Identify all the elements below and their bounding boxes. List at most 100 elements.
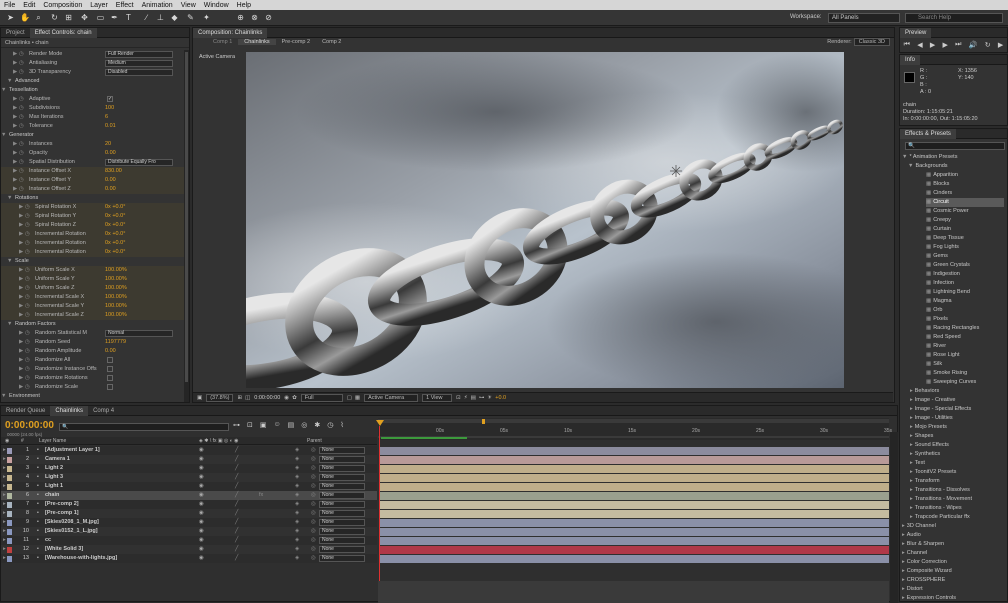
effect-property-row[interactable]: ▶ ◷ Max Iterations 6 [1,113,187,122]
layer-name[interactable]: [Pre-comp 1] [45,509,79,518]
pick-whip-icon[interactable]: ◎ [311,509,316,518]
disclosure-triangle-icon[interactable]: ▼ [7,257,12,266]
layer-label-color[interactable] [7,501,12,508]
effects-tree-item[interactable]: ▦ Pixels [926,315,1004,324]
view-axis-icon[interactable]: ⊘ [264,13,273,22]
3d-layer-icon[interactable]: ◈ [295,464,299,473]
timeline-search-input[interactable]: 🔍 [59,423,229,431]
always-preview-icon[interactable]: ▣ [197,395,202,401]
menu-help[interactable]: Help [233,2,255,9]
ram-preview-icon[interactable]: ▶ [998,41,1003,49]
auto-keyframe-icon[interactable]: ◷ [327,421,333,429]
pick-whip-icon[interactable]: ◎ [311,500,316,509]
timeline-layer-row[interactable]: ▸ 5 ▪ Light 1 ◉ ╱ ◈ ◎ None [1,482,377,491]
effects-tree-item[interactable]: ▦ Green Crystals [926,261,1004,270]
effects-tree-item[interactable]: ▼ * Animation Presets [902,153,1004,162]
effect-property-checkbox[interactable] [107,357,113,363]
effect-property-row[interactable]: ▶ ◷ Randomize Scale [1,383,187,392]
effect-property-value[interactable]: 0.01 [105,122,116,131]
layer-label-color[interactable] [7,555,12,562]
comp-tab-comp1[interactable]: Comp 1 [207,39,238,45]
quality-switch-icon[interactable]: ╱ [235,554,238,563]
stopwatch-icon[interactable]: ◷ [19,113,24,122]
layer-name[interactable]: [Pre-comp 2] [45,500,79,509]
parent-select[interactable]: None [319,510,365,517]
mask-tool-icon[interactable]: ▭ [96,13,105,22]
stopwatch-icon[interactable]: ◷ [19,68,24,77]
disclosure-triangle-icon[interactable]: ▶ [19,221,23,230]
expand-layer-icon[interactable]: ▸ [3,500,6,509]
time-navigator[interactable] [378,419,889,423]
parent-select[interactable]: None [319,528,365,535]
3d-layer-icon[interactable]: ◈ [295,491,299,500]
tab-render-queue[interactable]: Render Queue [1,406,50,416]
stopwatch-icon[interactable]: ◷ [25,365,30,374]
effects-tree-item[interactable]: ▦ Creepy [926,216,1004,225]
quality-switch-icon[interactable]: ╱ [235,527,238,536]
disclosure-triangle-icon[interactable]: ▶ [19,329,23,338]
quality-switch-icon[interactable]: ╱ [235,518,238,527]
effect-controls-scrollbar[interactable] [184,50,189,402]
layer-name[interactable]: Light 3 [45,473,63,482]
parent-select[interactable]: None [319,537,365,544]
effect-property-row[interactable]: ▼ Scale [1,257,187,266]
visibility-icon[interactable]: ◉ [199,500,204,509]
visibility-icon[interactable]: ◉ [199,491,204,500]
layer-duration-bar[interactable] [379,509,889,518]
comp-tab-comp2[interactable]: Comp 2 [316,39,347,45]
audio-icon[interactable]: 🔊 [969,41,978,49]
layer-label-color[interactable] [7,456,12,463]
effect-property-row[interactable]: ▼ Advanced [1,77,187,86]
effect-property-select[interactable]: Normal [105,330,173,337]
channel-icon[interactable]: ✿ [292,395,297,401]
layer-label-color[interactable] [7,510,12,517]
effects-tree-item[interactable]: ▦ Gems [926,252,1004,261]
camera-tool-icon[interactable]: ⊞ [64,13,73,22]
stopwatch-icon[interactable]: ◷ [25,311,30,320]
disclosure-triangle-icon[interactable]: ▶ [13,59,17,68]
effects-tree-item[interactable]: ▦ Circuit [926,198,1004,207]
parent-select[interactable]: None [319,474,365,481]
effect-property-row[interactable]: ▶ ◷ Random Amplitude 0.00 [1,347,187,356]
disclosure-triangle-icon[interactable]: ▶ [13,185,17,194]
search-help-input[interactable]: Search Help [905,13,1003,23]
pick-whip-icon[interactable]: ◎ [311,518,316,527]
effect-property-row[interactable]: ▶ ◷ Opacity 0.00 [1,149,187,158]
stopwatch-icon[interactable]: ◷ [19,185,24,194]
effect-property-row[interactable]: ▶ ◷ Instance Offset X 830.00 [1,167,187,176]
pick-whip-icon[interactable]: ◎ [311,527,316,536]
timeline-layer-row[interactable]: ▸ 1 ▪ [Adjustment Layer 1] ◉ ╱ ◈ ◎ None [1,446,377,455]
timeline-layer-row[interactable]: ▸ 10 ▪ [Skies0152_1_L.jpg] ◉ ╱ ◈ ◎ None [1,527,377,536]
stopwatch-icon[interactable]: ◷ [25,374,30,383]
3d-layer-icon[interactable]: ◈ [295,500,299,509]
resolution-select[interactable]: Full [300,393,343,402]
composition-canvas[interactable] [246,52,844,388]
comp-tab-chainlinks[interactable]: Chainlinks [238,39,276,45]
disclosure-triangle-icon[interactable]: ▶ [19,302,23,311]
effect-property-row[interactable]: ▶ ◷ Random Statistical M Normal [1,329,187,338]
effect-property-row[interactable]: ▼ Rotations [1,194,187,203]
layer-label-color[interactable] [7,483,12,490]
layer-label-color[interactable] [7,546,12,553]
effects-tree-item[interactable]: ▸ Behaviors [910,387,1004,396]
disclosure-triangle-icon[interactable]: ▶ [13,68,17,77]
stopwatch-icon[interactable]: ◷ [25,293,30,302]
3d-layer-icon[interactable]: ◈ [295,545,299,554]
world-axis-icon[interactable]: ⊗ [250,13,259,22]
visibility-icon[interactable]: ◉ [199,473,204,482]
effects-tree-item[interactable]: ▦ Apparition [926,171,1004,180]
stopwatch-icon[interactable]: ◷ [25,239,30,248]
region-of-interest-icon[interactable]: ▢ [347,395,352,401]
live-update-icon[interactable]: ⊡ [247,421,253,429]
tab-comp4[interactable]: Comp 4 [88,406,119,416]
effects-tree-item[interactable]: ▸ Image - Utilities [910,414,1004,423]
parent-select[interactable]: None [319,555,365,562]
tab-effects-presets[interactable]: Effects & Presets [900,128,956,139]
effect-property-value[interactable]: 0x +0.0° [105,248,125,257]
disclosure-triangle-icon[interactable]: ▶ [19,383,23,392]
effect-property-checkbox[interactable] [107,375,113,381]
hand-tool-icon[interactable]: ✋ [20,13,30,22]
current-time-indicator[interactable] [376,420,384,603]
magnification-select[interactable]: (37.8%) [206,393,234,402]
quality-switch-icon[interactable]: ╱ [235,491,238,500]
